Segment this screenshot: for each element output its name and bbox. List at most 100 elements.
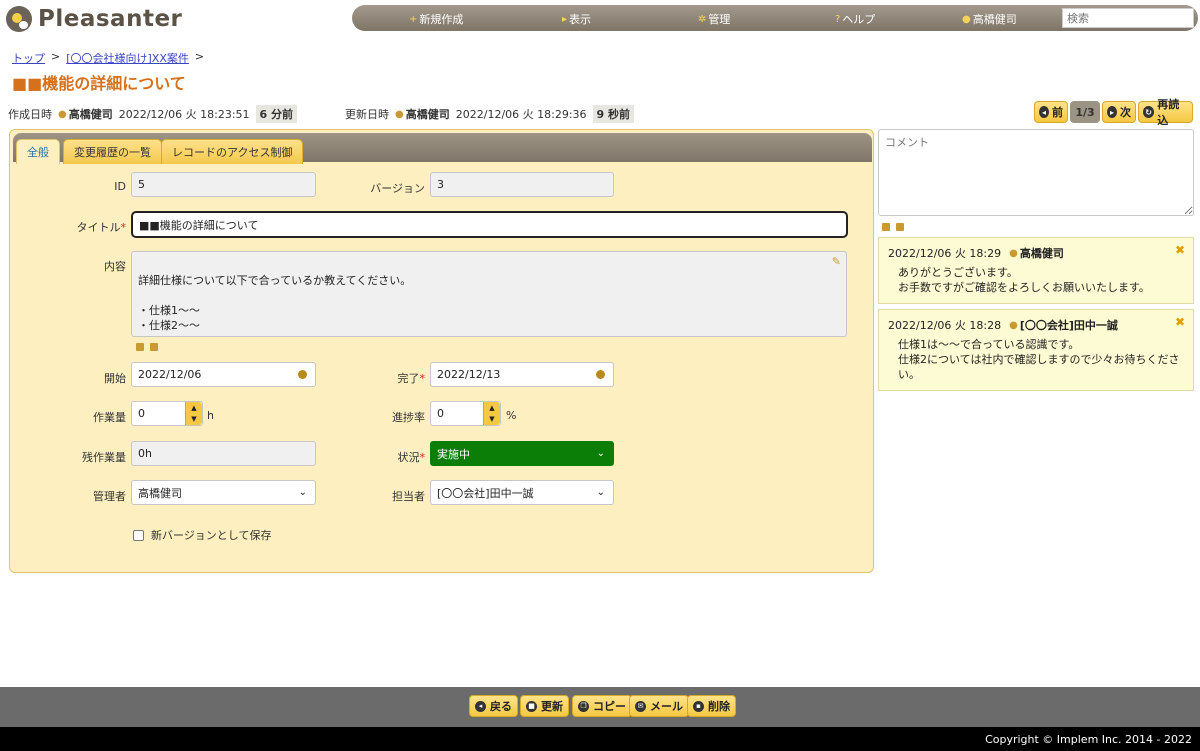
attachment-icon[interactable] xyxy=(150,343,158,351)
nav-new-label: 新規作成 xyxy=(419,13,464,26)
comment-input[interactable] xyxy=(878,129,1194,216)
nav-new[interactable]: + 新規作成 xyxy=(409,11,463,27)
update-button[interactable]: ■ 更新 xyxy=(520,695,569,717)
up-arrow-icon[interactable]: ▲ xyxy=(489,404,494,412)
mail-button[interactable]: ✉ メール xyxy=(629,695,689,717)
progress-stepper[interactable]: ▲ ▼ xyxy=(483,402,500,425)
progress-label: 進捗率 xyxy=(392,411,425,424)
work-label: 作業量 xyxy=(93,411,126,424)
start-date-field[interactable]: 2022/12/06 xyxy=(131,362,316,387)
tab-general-label: 全般 xyxy=(27,146,49,159)
back-icon: ◂ xyxy=(475,700,486,712)
editor-panel: 全般 変更履歴の一覧 レコードのアクセス制御 ID 5 バージョン 3 タイトル… xyxy=(9,129,874,573)
work-unit: h xyxy=(207,409,214,422)
copy-button[interactable]: ❐ コピー xyxy=(572,695,632,717)
up-arrow-icon[interactable]: ▲ xyxy=(191,404,196,412)
app-name: Pleasanter xyxy=(38,6,183,32)
caret-right-icon: ▸ xyxy=(562,13,568,25)
title-field[interactable]: ■■機能の詳細について xyxy=(131,211,848,238)
page-title: ■■機能の詳細について xyxy=(12,74,186,93)
back-button[interactable]: ◂ 戻る xyxy=(469,695,518,717)
comment-user[interactable]: 高橋健司 xyxy=(1020,245,1064,261)
prev-label: 前 xyxy=(1052,106,1063,119)
status-select[interactable]: 実施中 ⌄ xyxy=(430,441,614,466)
work-stepper[interactable]: ▲ ▼ xyxy=(185,402,202,425)
work-value: 0 xyxy=(138,407,145,420)
image-icon[interactable] xyxy=(882,223,890,231)
work-field[interactable]: 0 ▲ ▼ xyxy=(131,401,203,426)
delete-button[interactable]: ▪ 削除 xyxy=(687,695,736,717)
tab-general[interactable]: 全般 xyxy=(16,139,60,164)
updated-label: 更新日時 xyxy=(345,108,390,121)
breadcrumb-project[interactable]: [〇〇会社様向け]XX案件 xyxy=(66,50,189,66)
required-mark: * xyxy=(419,451,426,464)
image-icon[interactable] xyxy=(136,343,144,351)
reload-label: 再読込 xyxy=(1157,98,1180,127)
reload-button[interactable]: ↻ 再読込 xyxy=(1138,98,1193,127)
save-icon: ■ xyxy=(526,700,537,712)
reload-icon: ↻ xyxy=(1143,106,1155,118)
search-input[interactable] xyxy=(1062,8,1194,28)
user-icon: ● xyxy=(962,13,971,25)
pleasanter-bird-icon xyxy=(6,6,32,32)
record-meta: 作成日時 ● 高橋健司 2022/12/06 火 18:23:51 6 分前 更… xyxy=(8,105,635,123)
trash-icon: ▪ xyxy=(693,700,704,712)
nav-help[interactable]: ? ヘルプ xyxy=(835,11,875,27)
nav-view-label: 表示 xyxy=(569,13,592,26)
back-label: 戻る xyxy=(490,700,512,713)
comment-datetime: 2022/12/06 火 18:28 xyxy=(888,319,1002,332)
end-date-field[interactable]: 2022/12/13 xyxy=(430,362,614,387)
progress-unit: % xyxy=(506,409,517,422)
pencil-icon[interactable]: ✎ xyxy=(832,254,841,269)
progress-field[interactable]: 0 ▲ ▼ xyxy=(430,401,501,426)
help-icon: ? xyxy=(835,13,841,25)
attachment-icon[interactable] xyxy=(896,223,904,231)
content-text: 詳細仕様について以下で合っているか教えてください。 ・仕様1〜〜 ・仕様2〜〜 xyxy=(138,274,412,332)
gear-icon: ✲ xyxy=(698,13,707,25)
nav-user-label: 高橋健司 xyxy=(972,13,1017,26)
status-label-text: 状況 xyxy=(397,451,420,464)
comment-user[interactable]: [〇〇会社]田中一誠 xyxy=(1020,317,1118,333)
mail-label: メール xyxy=(650,700,683,713)
chevron-down-icon: ⌄ xyxy=(596,448,605,459)
next-button[interactable]: ▸ 次 xyxy=(1102,101,1136,123)
updated-ago: 9 秒前 xyxy=(592,105,635,123)
nav-admin[interactable]: ✲ 管理 xyxy=(698,11,730,27)
new-version-option[interactable]: 新バージョンとして保存 xyxy=(133,527,271,543)
nav-user[interactable]: ● 高橋健司 xyxy=(962,11,1017,27)
comment-header: 2022/12/06 火 18:28 ● [〇〇会社]田中一誠 xyxy=(888,317,1118,333)
user-icon: ● xyxy=(1009,247,1018,259)
delete-comment-icon[interactable]: ✖ xyxy=(1175,243,1185,257)
owner-select[interactable]: [〇〇会社]田中一誠 ⌄ xyxy=(430,480,614,505)
start-label: 開始 xyxy=(104,372,126,385)
down-arrow-icon[interactable]: ▼ xyxy=(191,415,196,423)
clock-icon[interactable] xyxy=(298,370,307,379)
new-version-checkbox[interactable] xyxy=(133,529,144,541)
start-date-value: 2022/12/06 xyxy=(138,368,202,381)
breadcrumb-top[interactable]: トップ xyxy=(12,50,45,66)
content-field[interactable]: 詳細仕様について以下で合っているか教えてください。 ・仕様1〜〜 ・仕様2〜〜 … xyxy=(131,251,847,337)
tab-access-control[interactable]: レコードのアクセス制御 xyxy=(161,139,304,164)
delete-comment-icon[interactable]: ✖ xyxy=(1175,315,1185,329)
manager-select[interactable]: 高橋健司 ⌄ xyxy=(131,480,316,505)
created-user[interactable]: 高橋健司 xyxy=(69,106,113,122)
down-arrow-icon[interactable]: ▼ xyxy=(489,415,494,423)
tab-history[interactable]: 変更履歴の一覧 xyxy=(63,139,162,164)
copyright: Copyright © Implem Inc. 2014 - 2022 xyxy=(985,733,1192,746)
copy-icon: ❐ xyxy=(578,700,589,712)
tab-bar: 全般 変更履歴の一覧 レコードのアクセス制御 xyxy=(13,133,872,164)
user-icon: ● xyxy=(395,108,404,120)
nav-view[interactable]: ▸ 表示 xyxy=(562,11,591,27)
content-label: 内容 xyxy=(104,260,126,273)
app-logo[interactable]: Pleasanter xyxy=(6,4,182,34)
mail-icon: ✉ xyxy=(635,700,646,712)
clock-icon[interactable] xyxy=(596,370,605,379)
version-field: 3 xyxy=(430,172,614,197)
comment-datetime: 2022/12/06 火 18:29 xyxy=(888,247,1002,260)
prev-button[interactable]: ◂ 前 xyxy=(1034,101,1068,123)
end-label-text: 完了 xyxy=(397,372,420,385)
next-icon: ▸ xyxy=(1107,106,1117,118)
top-nav: + 新規作成 ▸ 表示 ✲ 管理 ? ヘルプ ● 高橋健司 xyxy=(352,5,1198,31)
updated-user[interactable]: 高橋健司 xyxy=(406,106,450,122)
user-icon: ● xyxy=(58,108,67,120)
